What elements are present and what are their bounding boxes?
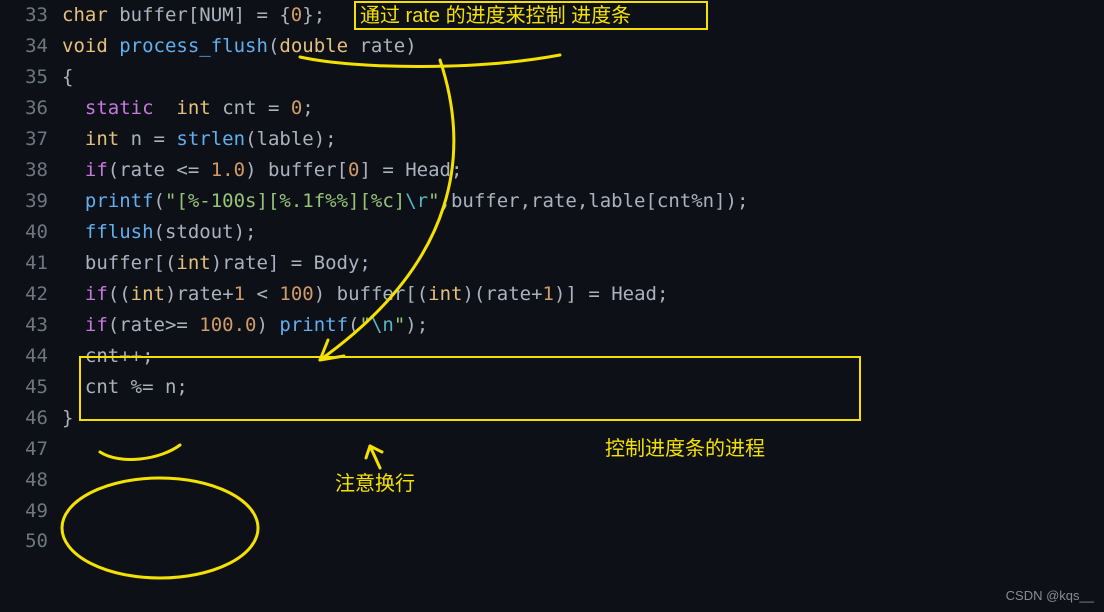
code-line: fflush(stdout); — [62, 217, 1104, 248]
line-number: 34 — [0, 31, 62, 62]
annotation-text-right: 控制进度条的进程 — [605, 437, 765, 460]
code-line: } — [62, 403, 1104, 434]
line-number-gutter: 33 34 35 36 37 38 39 40 41 42 43 44 45 4… — [0, 0, 62, 612]
code-line: void process_flush(double rate) — [62, 31, 1104, 62]
code-area[interactable]: char buffer[NUM] = {0}; void process_flu… — [62, 0, 1104, 434]
annotation-text-mid: 注意换行 — [335, 472, 415, 495]
line-number: 43 — [0, 310, 62, 341]
line-number: 45 — [0, 372, 62, 403]
line-number: 46 — [0, 403, 62, 434]
code-line: if(rate>= 100.0) printf("\n"); — [62, 310, 1104, 341]
annotation-small-arrow — [370, 446, 380, 468]
annotation-small-arrow-head — [366, 446, 382, 458]
code-line: cnt++; — [62, 341, 1104, 372]
code-editor: 33 34 35 36 37 38 39 40 41 42 43 44 45 4… — [0, 0, 1104, 612]
line-number: 33 — [0, 0, 62, 31]
line-number: 39 — [0, 186, 62, 217]
line-number: 47 — [0, 434, 62, 465]
line-number: 38 — [0, 155, 62, 186]
annotation-scribble — [100, 445, 180, 459]
line-number: 48 — [0, 465, 62, 496]
line-number: 35 — [0, 62, 62, 93]
line-number: 44 — [0, 341, 62, 372]
code-line: char buffer[NUM] = {0}; — [62, 0, 1104, 31]
code-line: printf("[%-100s][%.1f%%][%c]\r",buffer,r… — [62, 186, 1104, 217]
line-number: 42 — [0, 279, 62, 310]
code-line: static int cnt = 0; — [62, 93, 1104, 124]
code-line: if((int)rate+1 < 100) buffer[(int)(rate+… — [62, 279, 1104, 310]
code-line: cnt %= n; — [62, 372, 1104, 403]
annotation-ellipse — [62, 478, 258, 578]
code-line: buffer[(int)rate] = Body; — [62, 248, 1104, 279]
line-number: 37 — [0, 124, 62, 155]
watermark: CSDN @kqs__ — [1006, 585, 1094, 606]
line-number: 49 — [0, 496, 62, 527]
line-number: 40 — [0, 217, 62, 248]
line-number: 36 — [0, 93, 62, 124]
line-number: 41 — [0, 248, 62, 279]
code-line: if(rate <= 1.0) buffer[0] = Head; — [62, 155, 1104, 186]
code-line: { — [62, 62, 1104, 93]
line-number: 50 — [0, 526, 62, 557]
code-line: int n = strlen(lable); — [62, 124, 1104, 155]
